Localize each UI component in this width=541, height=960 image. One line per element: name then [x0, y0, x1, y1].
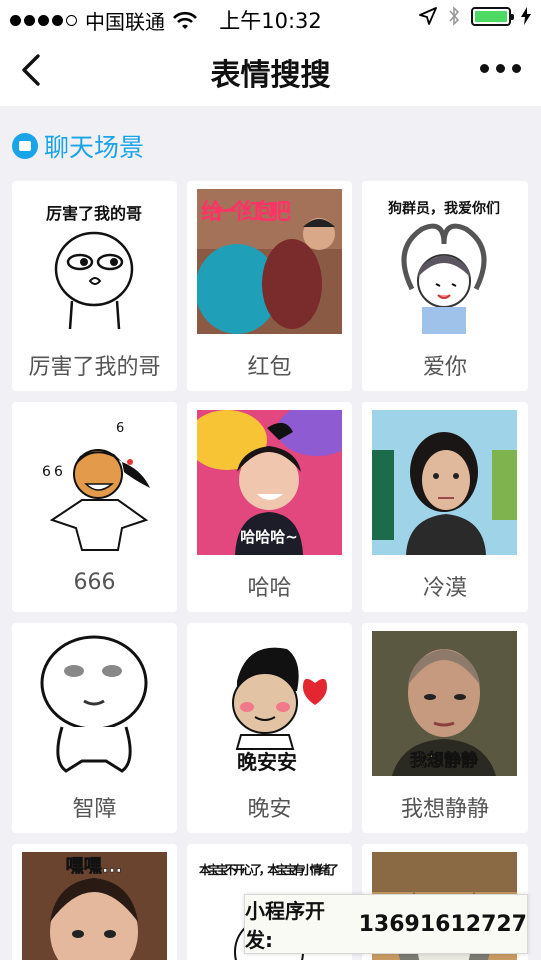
sticker-label: 冷漠 [422, 576, 467, 601]
more-options-icon[interactable] [480, 64, 521, 73]
sticker-card[interactable]: 给一个红包吧 红包 [187, 181, 352, 391]
section-title: 聊天场景 [44, 133, 145, 162]
sticker-caption: 嘿嘿... [66, 856, 123, 877]
chat-bubble-icon [12, 133, 38, 159]
sticker-card[interactable]: 我想静静 我想静静 [362, 623, 528, 833]
sticker-caption: 本宝宝不开心了，本宝宝有小情绪了 [199, 862, 339, 877]
sticker-caption: 厉害了我的哥 [46, 204, 142, 223]
banner-phone-number: 13691612727 [358, 911, 527, 937]
sticker-image: 厉害了我的哥 [22, 189, 167, 334]
location-arrow-icon [419, 7, 437, 25]
sticker-image: 我想静静 [372, 631, 517, 776]
sticker-caption: 我想静静 [410, 750, 478, 771]
status-right [419, 6, 531, 26]
page-title: 表情搜搜 [210, 58, 331, 93]
sticker-image: 狗群员，我爱你们 [372, 189, 517, 334]
battery-icon [471, 6, 514, 26]
svg-text:6: 6 [54, 464, 63, 480]
sticker-label: 智障 [72, 797, 117, 822]
sticker-card[interactable]: 嘿嘿... [12, 844, 177, 960]
sticker-caption: 狗群员，我爱你们 [388, 200, 500, 217]
sticker-caption: 给一个红包吧 [201, 199, 291, 225]
sticker-image [22, 631, 167, 776]
sticker-card[interactable]: 冷漠 [362, 402, 528, 612]
sticker-image: 晚安安 [197, 631, 342, 776]
sticker-image: 给一个红包吧 [197, 189, 342, 334]
sticker-label: 爱你 [422, 355, 467, 380]
sticker-label: 红包 [247, 355, 292, 380]
charging-bolt-icon [521, 7, 531, 25]
bluetooth-icon [449, 6, 460, 26]
sticker-caption: 晚安安 [237, 750, 297, 774]
sticker-card[interactable]: 6 6 6 666 [12, 402, 177, 612]
sticker-card[interactable]: 厉害了我的哥 厉害了我的哥 [12, 181, 177, 391]
sticker-image [372, 410, 517, 555]
status-bar: 中国联通 上午10:32 [0, 0, 541, 36]
svg-text:6: 6 [116, 421, 124, 436]
sticker-card[interactable]: 晚安安 晚安 [187, 623, 352, 833]
sticker-caption: 哈哈哈~ [240, 528, 298, 546]
sticker-label: 哈哈 [247, 576, 292, 601]
sticker-label: 我想静静 [400, 797, 489, 822]
sticker-label: 晚安 [247, 797, 292, 822]
sticker-card[interactable]: 智障 [12, 623, 177, 833]
banner-prefix: 小程序开发: [245, 899, 325, 952]
sticker-card[interactable]: 哈哈哈~ 哈哈 [187, 402, 352, 612]
sticker-image: 哈哈哈~ [197, 410, 342, 555]
sticker-grid: 厉害了我的哥 厉害了我的哥 给一个红包吧 红包 狗群员，我爱你们 爱你 6 6 … [12, 181, 529, 960]
sticker-label: 厉害了我的哥 [28, 355, 161, 380]
sticker-label: 666 [73, 570, 116, 595]
navigation-bar: 表情搜搜 [0, 36, 541, 106]
sticker-card[interactable]: 狗群员，我爱你们 爱你 [362, 181, 528, 391]
sticker-image: 嘿嘿... [22, 852, 167, 960]
developer-contact-banner: 小程序开发: 13691612727 [244, 894, 528, 954]
svg-text:6: 6 [42, 464, 51, 480]
section-header: 聊天场景 [12, 128, 144, 164]
sticker-image: 6 6 6 [22, 410, 167, 555]
